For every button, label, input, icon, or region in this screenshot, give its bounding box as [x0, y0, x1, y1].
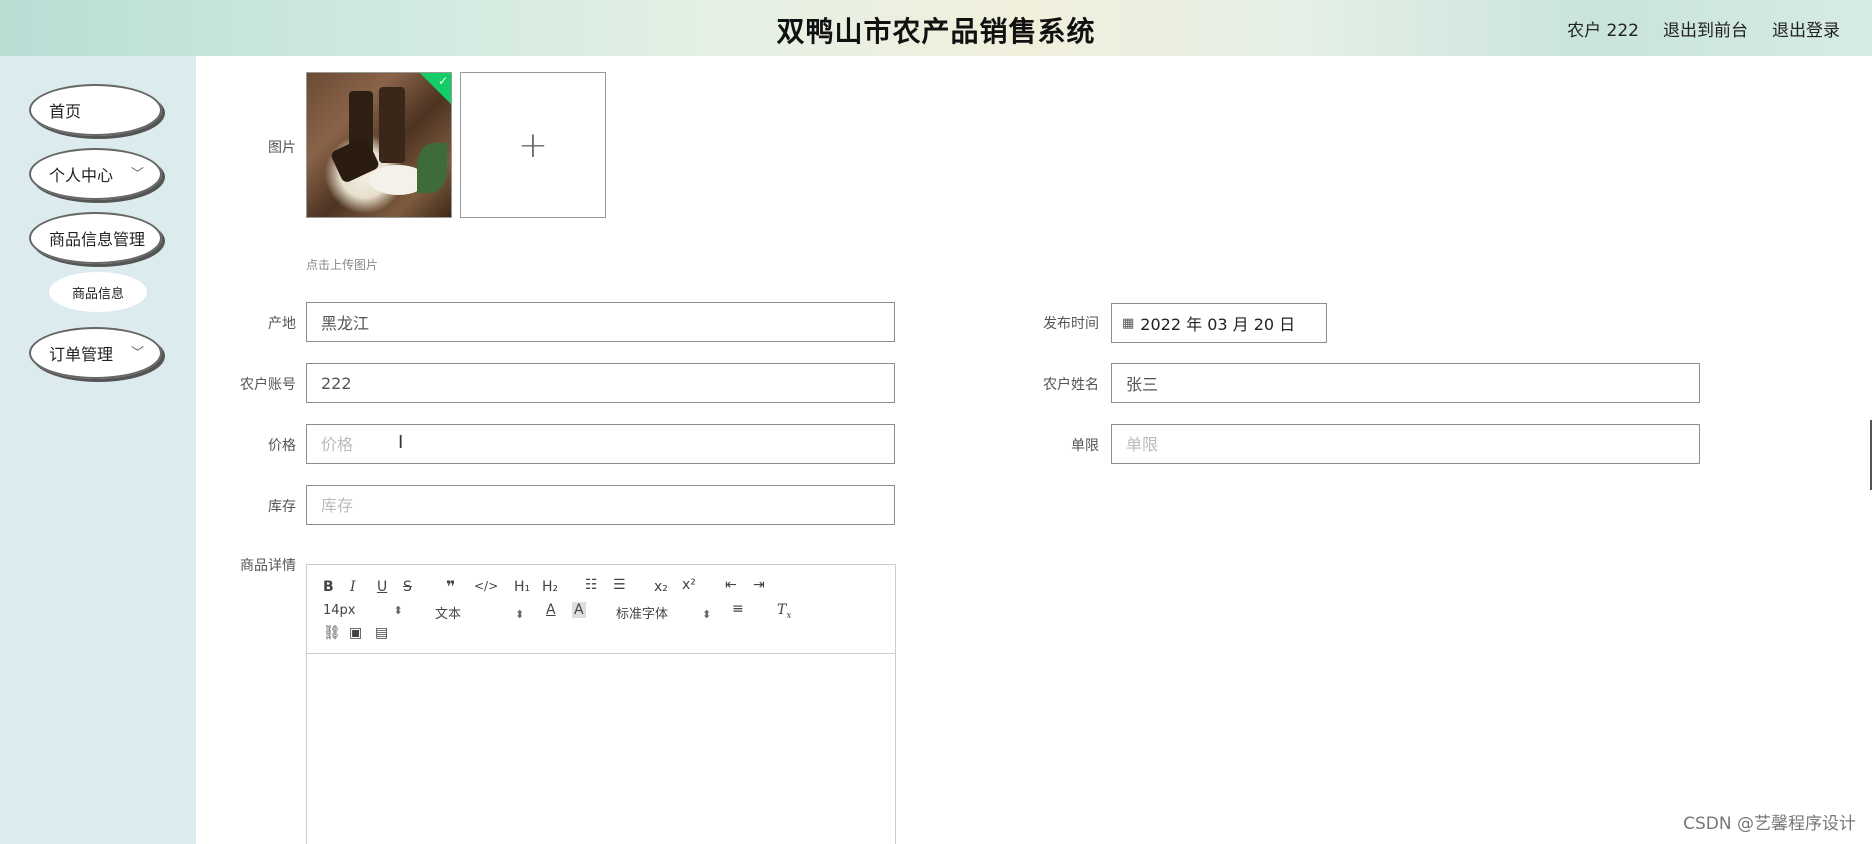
farmer-name-field[interactable]	[1111, 363, 1700, 403]
header-links: 农户 222 退出到前台 退出登录	[1567, 16, 1840, 41]
background-color-icon[interactable]: A	[572, 602, 586, 618]
price-field[interactable]	[306, 424, 895, 464]
sidebar: 首页 个人中心 ﹀ 商品信息管理 商品信息 订单管理 ﹀	[0, 56, 196, 844]
bold-icon[interactable]: B	[323, 579, 334, 595]
account-input[interactable]	[321, 364, 894, 402]
stock-input[interactable]	[321, 486, 894, 524]
upload-hint: 点击上传图片	[306, 258, 379, 272]
clear-format-icon[interactable]: Tx	[777, 602, 791, 621]
sidebar-item-label: 订单管理	[49, 345, 114, 364]
video-icon[interactable]: ▤	[375, 625, 388, 641]
text-style-select[interactable]: 文本	[435, 603, 524, 622]
watermark: CSDN @艺馨程序设计	[1683, 814, 1856, 834]
header: 双鸭山市农产品销售系统 农户 222 退出到前台 退出登录	[0, 0, 1872, 56]
editor-toolbar: B I U S ❞ </> H₁ H₂ ☷ ☰ x₂ x² ⇤ ⇥ 14px 文…	[307, 565, 895, 654]
sidebar-item-order-management[interactable]: 订单管理 ﹀	[29, 327, 162, 379]
sidebar-item-personal-center[interactable]: 个人中心 ﹀	[29, 148, 162, 200]
code-icon[interactable]: </>	[474, 579, 498, 593]
farmer-name-label: 农户姓名	[1043, 377, 1099, 393]
limit-label: 单限	[1071, 438, 1099, 454]
sidebar-item-label: 商品信息	[71, 286, 124, 302]
chevron-down-icon: ﹀	[130, 167, 144, 182]
indent-icon[interactable]: ⇥	[753, 577, 765, 593]
back-to-front-link[interactable]: 退出到前台	[1663, 16, 1748, 41]
current-user[interactable]: 农户 222	[1567, 16, 1639, 41]
font-color-icon[interactable]: A	[546, 602, 556, 618]
heading1-icon[interactable]: H₁	[514, 579, 530, 595]
sidebar-subitem-product-info[interactable]: 商品信息	[49, 272, 147, 312]
publish-date-picker[interactable]: ▦ 2022 年 03 月 20 日	[1111, 303, 1327, 343]
bullet-list-icon[interactable]: ☰	[613, 577, 626, 593]
heading2-icon[interactable]: H₂	[542, 579, 558, 595]
superscript-icon[interactable]: x²	[682, 577, 696, 593]
origin-field[interactable]	[306, 302, 895, 342]
account-field[interactable]	[306, 363, 895, 403]
italic-icon[interactable]: I	[350, 579, 356, 595]
font-family-value: 标准字体	[616, 607, 669, 622]
font-size-value: 14px	[323, 603, 356, 618]
underline-icon[interactable]: U	[377, 579, 387, 595]
blockquote-icon[interactable]: ❞	[446, 577, 455, 596]
sidebar-item-label: 首页	[49, 102, 82, 121]
text-style-value: 文本	[435, 607, 462, 622]
align-icon[interactable]: ≡	[732, 601, 744, 617]
editor-content-area[interactable]	[307, 654, 895, 844]
publish-time-label: 发布时间	[1043, 316, 1099, 332]
image-label: 图片	[268, 140, 296, 156]
font-family-select[interactable]: 标准字体	[616, 603, 711, 622]
limit-field[interactable]	[1111, 424, 1700, 464]
outdent-icon[interactable]: ⇤	[725, 577, 737, 593]
farmer-name-input[interactable]	[1126, 364, 1699, 402]
origin-input[interactable]	[321, 303, 894, 341]
sidebar-item-home[interactable]: 首页	[29, 84, 162, 136]
font-size-select[interactable]: 14px	[323, 603, 403, 618]
sidebar-item-label: 商品信息管理	[49, 230, 146, 249]
price-input[interactable]	[321, 425, 894, 463]
ordered-list-icon[interactable]: ☷	[585, 577, 598, 593]
image-upload-button[interactable]: +	[460, 72, 606, 218]
price-label: 价格	[268, 438, 296, 454]
link-icon[interactable]: ⛓	[323, 625, 341, 641]
chevron-down-icon: ﹀	[130, 346, 144, 361]
origin-label: 产地	[268, 316, 296, 332]
check-icon: ✓	[437, 74, 448, 88]
account-label: 农户账号	[240, 377, 296, 393]
limit-input[interactable]	[1126, 425, 1699, 463]
subscript-icon[interactable]: x₂	[654, 579, 668, 595]
text-cursor-icon: I	[398, 432, 404, 453]
calendar-icon: ▦	[1122, 315, 1135, 331]
uploaded-image-thumbnail[interactable]: ✓	[306, 72, 452, 218]
plus-icon: +	[517, 124, 549, 166]
image-icon[interactable]: ▣	[349, 625, 362, 641]
publish-date-value: 2022 年 03 月 20 日	[1140, 315, 1296, 334]
logout-link[interactable]: 退出登录	[1772, 16, 1840, 41]
detail-label: 商品详情	[240, 558, 296, 574]
sidebar-item-label: 个人中心	[49, 166, 114, 185]
stock-field[interactable]	[306, 485, 895, 525]
sidebar-item-product-management[interactable]: 商品信息管理	[29, 212, 162, 264]
stock-label: 库存	[268, 499, 296, 515]
strikethrough-icon[interactable]: S	[403, 579, 412, 595]
rich-text-editor: B I U S ❞ </> H₁ H₂ ☷ ☰ x₂ x² ⇤ ⇥ 14px 文…	[306, 564, 896, 844]
